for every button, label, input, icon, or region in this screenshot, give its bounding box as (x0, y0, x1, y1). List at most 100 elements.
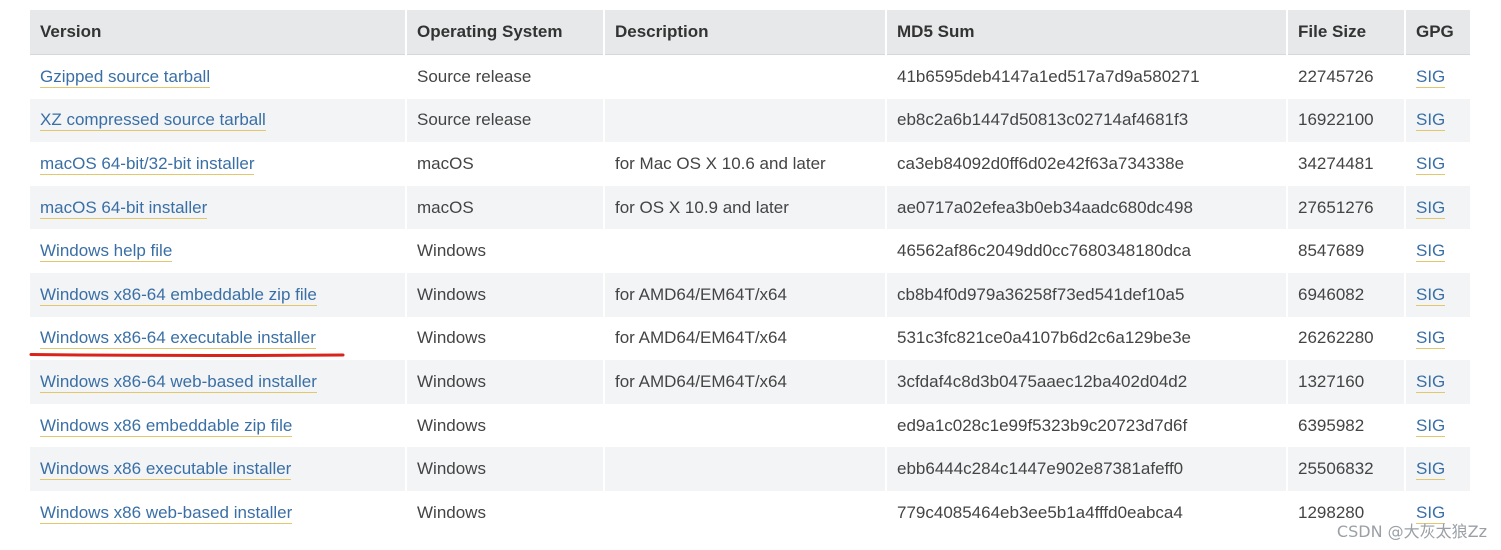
os-cell: Windows (406, 229, 605, 273)
page: Version Operating System Description MD5… (0, 0, 1501, 550)
description-cell: for Mac OS X 10.6 and later (604, 142, 887, 186)
size-cell: 25506832 (1287, 447, 1406, 491)
version-cell: Gzipped source tarball (30, 54, 407, 99)
version-cell: XZ compressed source tarball (30, 98, 407, 143)
table-header-row: Version Operating System Description MD5… (30, 10, 1472, 55)
os-cell: Windows (406, 490, 605, 535)
size-cell: 22745726 (1287, 54, 1406, 99)
version-link[interactable]: Windows x86-64 embeddable zip file (40, 284, 317, 306)
gpg-cell: SIG (1405, 142, 1472, 186)
os-cell: Windows (406, 272, 605, 317)
size-cell: 16922100 (1287, 98, 1406, 143)
md5-cell: eb8c2a6b1447d50813c02714af4681f3 (886, 98, 1288, 143)
table-row: Windows x86 web-based installer Windows … (30, 490, 1472, 535)
downloads-table: Version Operating System Description MD5… (30, 10, 1472, 535)
md5-cell: 531c3fc821ce0a4107b6d2c6a129be3e (886, 316, 1288, 361)
description-cell (604, 403, 887, 448)
description-cell: for AMD64/EM64T/x64 (604, 360, 887, 404)
md5-cell: 46562af86c2049dd0cc7680348180dca (886, 229, 1288, 273)
gpg-cell: SIG (1405, 316, 1472, 361)
version-link[interactable]: XZ compressed source tarball (40, 110, 266, 132)
md5-cell: ca3eb84092d0ff6d02e42f63a734338e (886, 142, 1288, 186)
description-cell (604, 490, 887, 535)
version-link[interactable]: Windows x86 executable installer (40, 459, 292, 481)
header-file-size: File Size (1287, 10, 1406, 55)
os-cell: Windows (406, 447, 605, 491)
gpg-cell: SIG (1405, 54, 1472, 99)
description-cell (604, 229, 887, 273)
gpg-cell: SIG (1405, 185, 1472, 230)
md5-cell: ebb6444c284c1447e902e87381afeff0 (886, 447, 1288, 491)
description-cell (604, 54, 887, 99)
md5-cell: cb8b4f0d979a36258f73ed541def10a5 (886, 272, 1288, 317)
sig-link[interactable]: SIG (1416, 66, 1446, 88)
os-cell: Source release (406, 98, 605, 143)
header-version: Version (30, 10, 407, 55)
md5-cell: ae0717a02efea3b0eb34aadc680dc498 (886, 185, 1288, 230)
version-link[interactable]: macOS 64-bit installer (40, 197, 208, 219)
sig-link[interactable]: SIG (1416, 110, 1446, 132)
version-link[interactable]: Windows help file (40, 241, 173, 263)
table-row: Windows x86 embeddable zip file Windows … (30, 403, 1472, 448)
header-gpg: GPG (1405, 10, 1472, 55)
gpg-cell: SIG (1405, 229, 1472, 273)
sig-link[interactable]: SIG (1416, 328, 1446, 350)
os-cell: Windows (406, 403, 605, 448)
version-link[interactable]: macOS 64-bit/32-bit installer (40, 153, 255, 175)
header-description: Description (604, 10, 887, 55)
os-cell: Source release (406, 54, 605, 99)
size-cell: 27651276 (1287, 185, 1406, 230)
version-cell: macOS 64-bit/32-bit installer (30, 142, 407, 186)
table-row: Windows x86-64 embeddable zip file Windo… (30, 272, 1472, 317)
sig-link[interactable]: SIG (1416, 371, 1446, 393)
version-link[interactable]: Windows x86 web-based installer (40, 502, 293, 524)
version-cell: Windows x86 embeddable zip file (30, 403, 407, 448)
version-link[interactable]: Windows x86-64 executable installer (40, 328, 316, 350)
sig-link[interactable]: SIG (1416, 197, 1446, 219)
description-cell: for AMD64/EM64T/x64 (604, 272, 887, 317)
gpg-cell: SIG (1405, 98, 1472, 143)
description-cell: for AMD64/EM64T/x64 (604, 316, 887, 361)
gpg-cell: SIG (1405, 403, 1472, 448)
os-cell: Windows (406, 360, 605, 404)
size-cell: 6395982 (1287, 403, 1406, 448)
sig-link[interactable]: SIG (1416, 415, 1446, 437)
os-cell: Windows (406, 316, 605, 361)
description-cell (604, 447, 887, 491)
md5-cell: ed9a1c028c1e99f5323b9c20723d7d6f (886, 403, 1288, 448)
md5-cell: 3cfdaf4c8d3b0475aaec12ba402d04d2 (886, 360, 1288, 404)
os-cell: macOS (406, 142, 605, 186)
table-row: Windows help file Windows 46562af86c2049… (30, 229, 1472, 273)
header-md5-sum: MD5 Sum (886, 10, 1288, 55)
version-link[interactable]: Gzipped source tarball (40, 66, 211, 88)
size-cell: 6946082 (1287, 272, 1406, 317)
table-row: Gzipped source tarball Source release 41… (30, 54, 1472, 99)
version-cell: macOS 64-bit installer (30, 185, 407, 230)
version-link[interactable]: Windows x86 embeddable zip file (40, 415, 293, 437)
description-cell: for OS X 10.9 and later (604, 185, 887, 230)
sig-link[interactable]: SIG (1416, 284, 1446, 306)
version-link[interactable]: Windows x86-64 web-based installer (40, 371, 317, 393)
description-cell (604, 98, 887, 143)
gpg-cell: SIG (1405, 272, 1472, 317)
sig-link[interactable]: SIG (1416, 241, 1446, 263)
version-cell: Windows x86 executable installer (30, 447, 407, 491)
size-cell: 8547689 (1287, 229, 1406, 273)
size-cell: 26262280 (1287, 316, 1406, 361)
os-cell: macOS (406, 185, 605, 230)
gpg-cell: SIG (1405, 360, 1472, 404)
table-row: XZ compressed source tarball Source rele… (30, 98, 1472, 143)
version-cell: Windows x86-64 embeddable zip file (30, 272, 407, 317)
sig-link[interactable]: SIG (1416, 153, 1446, 175)
md5-cell: 779c4085464eb3ee5b1a4fffd0eabca4 (886, 490, 1288, 535)
size-cell: 1327160 (1287, 360, 1406, 404)
watermark: CSDN @大灰太狼Zz (1336, 522, 1487, 541)
table-row: Windows x86-64 web-based installer Windo… (30, 360, 1472, 404)
sig-link[interactable]: SIG (1416, 459, 1446, 481)
table-row: Windows x86 executable installer Windows… (30, 447, 1472, 491)
version-cell: Windows x86 web-based installer (30, 490, 407, 535)
gpg-cell: SIG (1405, 447, 1472, 491)
md5-cell: 41b6595deb4147a1ed517a7d9a580271 (886, 54, 1288, 99)
size-cell: 34274481 (1287, 142, 1406, 186)
table-row: macOS 64-bit/32-bit installer macOS for … (30, 142, 1472, 186)
